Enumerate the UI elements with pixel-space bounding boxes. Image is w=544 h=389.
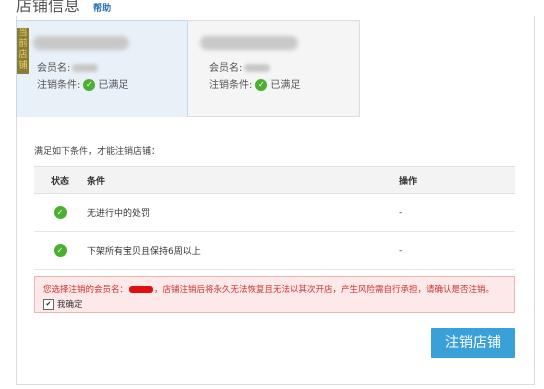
warning-suffix: ，店铺注销后将永久无法恢复且无法以其次开店，产生风险需自行承担，请确认是否注销。 xyxy=(154,285,495,295)
check-circle-icon: ✓ xyxy=(255,79,268,91)
member-name-label: 会员名: xyxy=(37,63,71,74)
column-header-action: 操作 xyxy=(398,166,515,194)
conditions-table: 状态 条件 操作 ✓ 无进行中的处罚 - ✓ 下架所有宝贝且保持6周以上 - xyxy=(34,166,515,270)
condition-row: 注销条件: ✓ 已满足 xyxy=(209,76,300,91)
condition-cell: 无进行中的处罚 xyxy=(86,193,398,232)
condition-label: 注销条件: xyxy=(209,80,253,91)
status-cell: ✓ xyxy=(34,193,86,232)
warning-message: 您选择注销的会员名： ，店铺注销后将永久无法恢复且无法以其次开店，产生风险需自行承… xyxy=(43,283,494,295)
member-name-row: 会员名: xyxy=(209,59,271,74)
member-name-redacted xyxy=(129,286,154,293)
condition-cell: 下架所有宝贝且保持6周以上 xyxy=(86,231,398,270)
shop-card-current[interactable]: 当前店铺 会员名: 注销条件: ✓ 已满足 xyxy=(16,20,188,117)
conditions-intro: 满足如下条件，才能注销店铺： xyxy=(34,147,161,157)
member-name-redacted xyxy=(244,64,271,72)
condition-label: 注销条件: xyxy=(37,80,81,91)
page-title: 店铺信息 xyxy=(16,0,81,15)
condition-status: 已满足 xyxy=(270,80,301,91)
current-shop-badge: 当前店铺 xyxy=(17,28,29,74)
action-cell: - xyxy=(398,193,515,232)
member-name-redacted xyxy=(72,64,99,72)
check-circle-icon: ✓ xyxy=(53,206,67,219)
page-header: 店铺信息 帮助 xyxy=(16,0,111,16)
member-name-row: 会员名: xyxy=(37,59,99,74)
action-cell: - xyxy=(398,231,515,270)
close-shop-button[interactable]: 注销店铺 xyxy=(431,328,515,358)
status-cell: ✓ xyxy=(34,231,86,270)
check-circle-icon: ✓ xyxy=(53,244,67,257)
warning-prefix: 您选择注销的会员名： xyxy=(43,285,129,295)
table-header-row: 状态 条件 操作 xyxy=(34,166,515,194)
check-circle-icon: ✓ xyxy=(83,79,96,91)
condition-row: 注销条件: ✓ 已满足 xyxy=(37,76,128,91)
confirm-label: 我确定 xyxy=(57,300,83,310)
column-header-status: 状态 xyxy=(34,166,86,194)
shop-name-redacted xyxy=(33,36,129,50)
help-link[interactable]: 帮助 xyxy=(93,4,111,14)
member-name-label: 会员名: xyxy=(209,63,243,74)
table-row: ✓ 无进行中的处罚 - xyxy=(34,193,515,232)
column-header-condition: 条件 xyxy=(86,166,398,194)
confirm-checkbox[interactable]: ✔ xyxy=(43,299,54,310)
table-row: ✓ 下架所有宝贝且保持6周以上 - xyxy=(34,231,515,270)
warning-box: 您选择注销的会员名： ，店铺注销后将永久无法恢复且无法以其次开店，产生风险需自行承… xyxy=(34,276,515,313)
shop-card-other[interactable]: 会员名: 注销条件: ✓ 已满足 xyxy=(188,20,360,117)
condition-status: 已满足 xyxy=(98,80,129,91)
confirm-checkbox-row[interactable]: ✔ 我确定 xyxy=(43,298,83,310)
shop-name-redacted xyxy=(200,36,298,50)
